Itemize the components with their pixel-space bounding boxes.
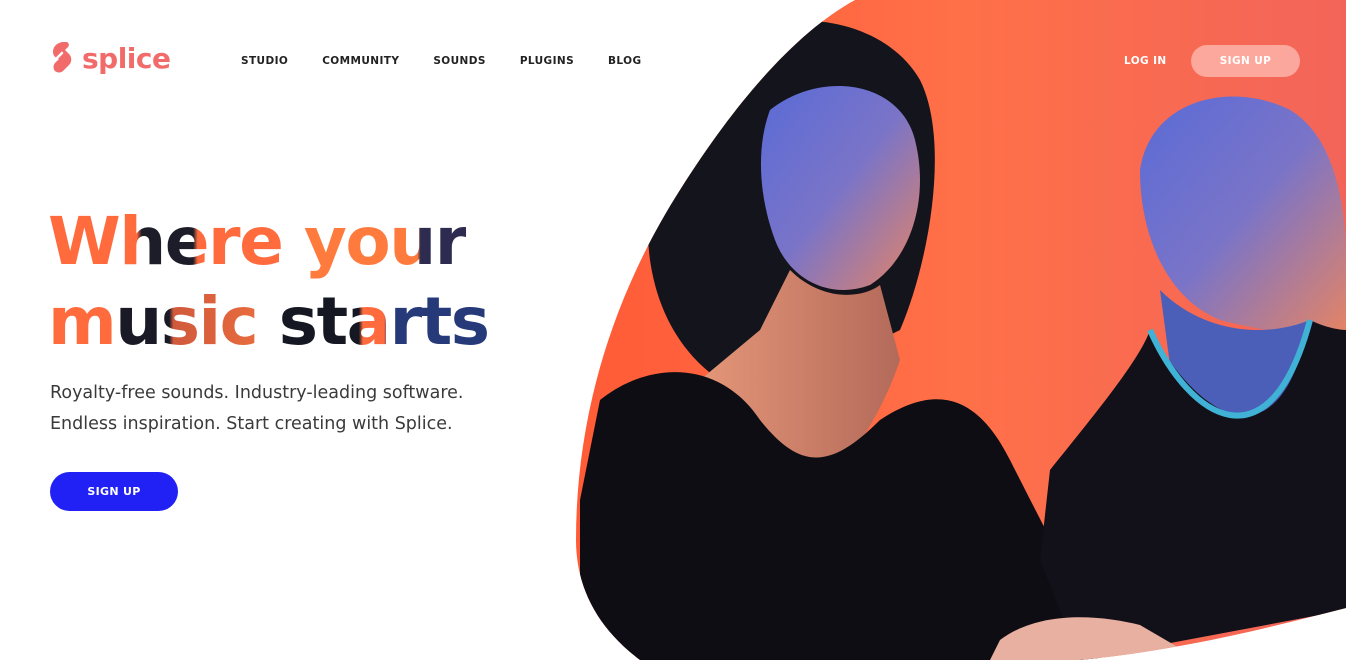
hero-signup-button[interactable]: SIGN UP	[50, 472, 178, 511]
login-link[interactable]: LOG IN	[1124, 55, 1167, 67]
headline-word: Where	[48, 203, 284, 280]
headline-line-2: music starts	[48, 282, 490, 362]
nav-item-studio[interactable]: STUDIO	[241, 55, 288, 67]
main-nav: STUDIO COMMUNITY SOUNDS PLUGINS BLOG	[241, 55, 642, 67]
subtitle-line: Royalty-free sounds. Industry-leading so…	[50, 383, 464, 403]
splice-logo-icon	[53, 42, 72, 73]
headline-word: starts	[278, 283, 490, 360]
brand-name: splice	[82, 41, 171, 75]
headline-word: music	[48, 283, 259, 360]
nav-item-blog[interactable]: BLOG	[608, 55, 641, 67]
header-signup-button[interactable]: SIGN UP	[1191, 45, 1300, 77]
site-header: splice STUDIO COMMUNITY SOUNDS PLUGINS B…	[0, 0, 1346, 120]
subtitle-line: Endless inspiration. Start creating with…	[50, 414, 453, 434]
nav-item-sounds[interactable]: SOUNDS	[433, 55, 485, 67]
nav-item-community[interactable]: COMMUNITY	[322, 55, 399, 67]
headline-line-1: Where your	[48, 202, 489, 282]
brand-logo[interactable]: splice	[50, 40, 171, 76]
headline-word: your	[303, 203, 467, 280]
nav-item-plugins[interactable]: PLUGINS	[520, 55, 574, 67]
hero-headline: Where your music starts	[48, 202, 490, 362]
hero-subtitle: Royalty-free sounds. Industry-leading so…	[50, 378, 570, 440]
